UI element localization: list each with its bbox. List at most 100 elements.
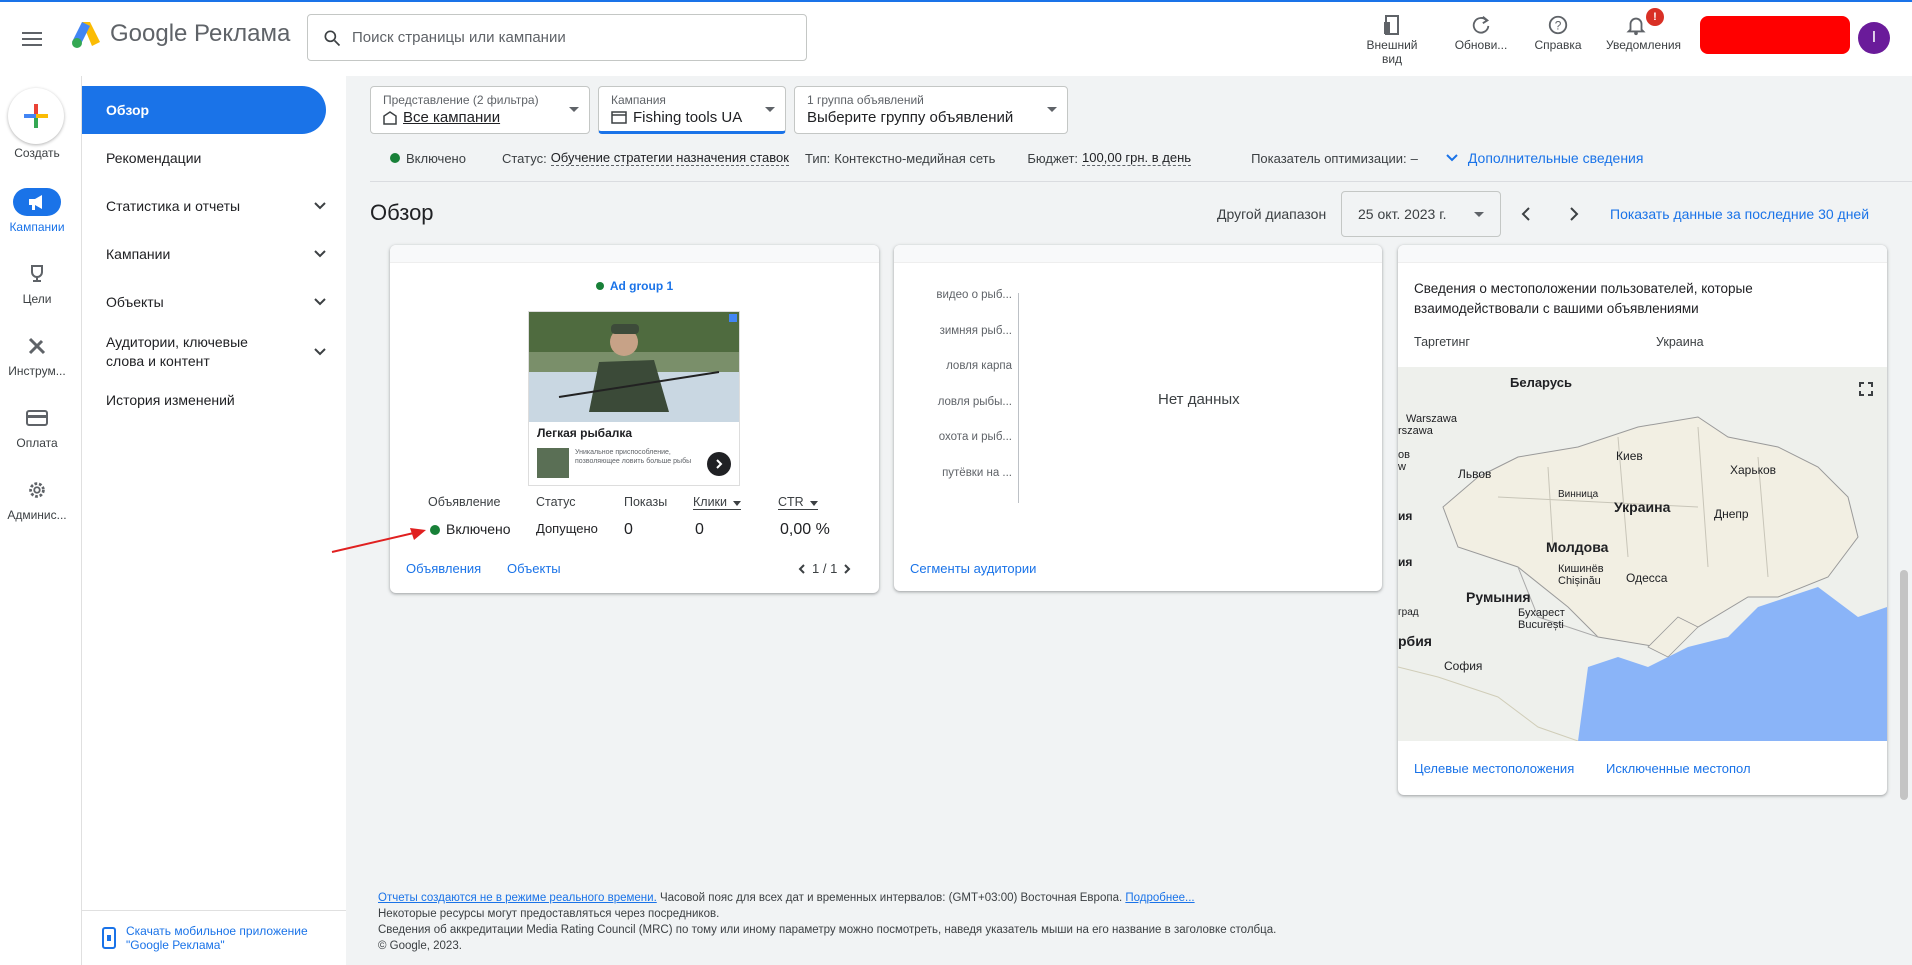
more-link[interactable]: Подробнее... [1125,892,1194,904]
nav-item-change-history[interactable]: История изменений [82,376,346,424]
target-locations-link[interactable]: Целевые местоположения [1414,761,1574,776]
col-clicks-label: Клики [693,495,728,509]
side-nav: Обзор Рекомендации Статистика и отчеты К… [82,76,346,965]
assets-link[interactable]: Объекты [507,561,561,576]
search-placeholder: Поиск страницы или кампании [352,29,566,46]
optimization-value: – [1410,150,1418,166]
audience-label: видео о рыб... [936,289,1012,301]
fullscreen-button[interactable] [1858,381,1874,397]
notification-badge: ! [1646,8,1664,26]
row-impressions: 0 [624,521,633,538]
chevron-left-icon[interactable] [798,563,806,575]
adgroup-name[interactable]: Ad group 1 [610,279,673,293]
chevron-down-icon [314,298,326,306]
excluded-locations-link[interactable]: Исключенные местопол [1606,761,1751,776]
account-redacted[interactable] [1700,16,1850,54]
scrollbar[interactable] [1900,570,1908,800]
col-clicks[interactable]: Клики [693,495,742,510]
rail-admin-label: Админис... [7,508,67,522]
optimization-label: Показатель оптимизации: [1251,150,1407,166]
gear-icon [29,482,45,498]
col-ctr-label: CTR [778,495,804,509]
rail-tools-label: Инструм... [8,364,66,378]
ad-preview[interactable]: Легкая рыбалка Уникальное приспособление… [528,311,740,486]
credit-card-icon [26,410,48,426]
ad-cta-button[interactable] [707,452,731,476]
status-dot [430,525,440,535]
create-button[interactable] [8,88,64,144]
map-label-lviv: Львов [1458,467,1492,481]
date-picker[interactable]: 25 окт. 2023 г. [1341,191,1501,237]
budget-value[interactable]: 100,00 грн. в день [1082,150,1192,166]
row-approval: Допущено [536,521,598,536]
enabled-text[interactable]: Включено [406,151,466,166]
last-30-days-link[interactable]: Показать данные за последние 30 дней [1610,206,1869,222]
col-ad: Объявление [428,495,501,509]
nav-item-campaigns[interactable]: Кампании [82,230,346,278]
no-data-text: Нет данных [1158,391,1240,408]
rail-tools[interactable]: Инструм... [0,332,74,378]
audience-card: видео о рыб... зимняя рыб... ловля карпа… [894,245,1382,591]
nav-item-assets[interactable]: Объекты [82,278,346,326]
dropdown-arrow-icon [765,107,775,112]
audience-segments-link[interactable]: Сегменты аудитории [910,561,1036,576]
next-period-button[interactable] [1560,200,1588,228]
timezone-text: Часовой пояс для всех дат и временных ин… [656,892,1126,904]
footer-copyright: © Google, 2023. [378,940,462,952]
help-button[interactable]: ? Справка [1518,12,1598,52]
campaign-filter[interactable]: Кампания Fishing tools UA [598,86,786,134]
download-app-link[interactable]: Скачать мобильное приложение "Google Рек… [82,910,346,965]
location-map[interactable]: Беларусь Warszawa rszawa ов w Львов Киев… [1398,367,1887,741]
card-top-strip [894,245,1382,263]
realtime-note-link[interactable]: Отчеты создаются не в режиме реального в… [378,892,657,904]
chevron-down-icon[interactable] [1446,154,1458,162]
download-app-label: Скачать мобильное приложение "Google Рек… [126,924,308,952]
google-ads-logo[interactable]: Google Реклама [72,20,290,48]
col-ctr[interactable]: CTR [778,495,818,510]
col-impressions: Показы [624,495,668,509]
search-box[interactable]: Поиск страницы или кампании [307,14,807,61]
sort-arrow-icon [809,501,818,506]
prev-period-button[interactable] [1512,200,1540,228]
type-value: Контекстно-медийная сеть [834,150,996,166]
rail-campaigns-label: Кампании [9,220,65,234]
nav-item-overview[interactable]: Обзор [82,86,326,134]
map-label-vinnytsia: Винница [1558,489,1599,500]
phone-icon [102,927,116,949]
pager-text: 1 / 1 [812,561,838,576]
rail-campaigns[interactable]: Кампании [0,188,74,234]
refresh-label: Обнови... [1454,38,1508,52]
bell-icon [1626,17,1646,36]
view-filter[interactable]: Представление (2 фильтра) Все кампании [370,86,590,134]
ad-thumbnail [537,448,569,478]
rail-billing[interactable]: Оплата [0,404,74,450]
targeting-value: Украина [1656,335,1704,349]
refresh-button[interactable]: Обнови... [1441,12,1521,52]
status-value[interactable]: Обучение стратегии назначения ставок [550,150,789,166]
megaphone-icon [29,195,42,210]
adgroup-filter[interactable]: 1 группа объявлений Выберите группу объя… [794,86,1068,134]
avatar[interactable]: I [1858,22,1890,54]
rail-goals[interactable]: Цели [0,260,74,306]
nav-assets-label: Объекты [106,294,164,310]
notifications-button[interactable]: ! Уведомления [1596,8,1681,52]
row-ad-status[interactable]: Включено [446,521,511,537]
map-label-rszawa: rszawa [1398,425,1433,437]
svg-text:?: ? [1555,19,1562,33]
main-menu-button[interactable] [22,24,52,54]
more-info-link[interactable]: Дополнительные сведения [1468,150,1644,166]
nav-item-recommendations[interactable]: Рекомендации [82,134,346,182]
appearance-label: Внешний вид [1366,38,1418,66]
nav-item-audiences[interactable]: Аудитории, ключевые слова и контент [82,326,346,378]
appearance-button[interactable]: Внешний вид [1352,12,1432,66]
date-value: 25 окт. 2023 г. [1358,206,1447,222]
nav-item-statistics[interactable]: Статистика и отчеты [82,182,346,230]
dropdown-arrow-icon [1047,107,1057,112]
rail-admin[interactable]: Админис... [0,476,74,522]
ads-link[interactable]: Объявления [406,561,481,576]
campaign-filter-label: Кампания [611,93,666,107]
chart-axis [1018,293,1019,503]
location-card: Сведения о местоположении пользователей,… [1398,245,1887,795]
chevron-right-icon[interactable] [843,563,851,575]
ad-image [529,312,739,422]
